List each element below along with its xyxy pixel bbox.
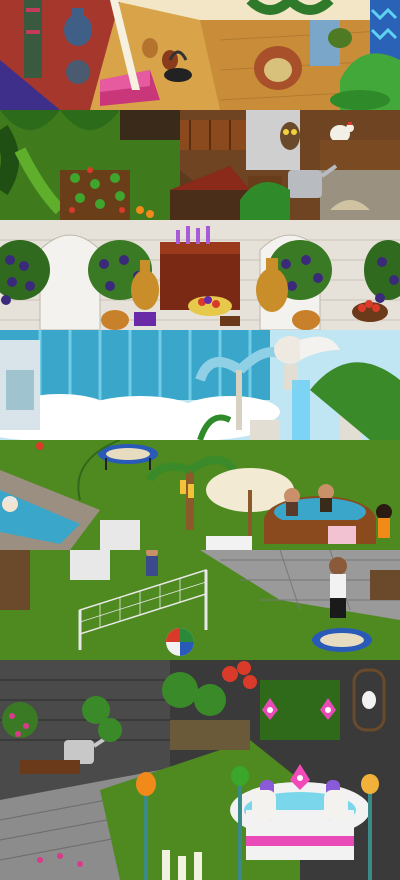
fruit-basket-icon	[2, 702, 38, 738]
flower-garden-carousel-scene	[0, 660, 400, 880]
avatar-icon	[284, 488, 300, 516]
flower-garden-carousel-room-panel	[0, 660, 400, 880]
avatar-icon	[318, 484, 334, 512]
avatar-icon	[146, 550, 158, 576]
market-stall-scene	[0, 220, 400, 330]
park-pool-scene	[0, 440, 400, 550]
park-pool-room-panel	[0, 440, 400, 550]
owl-icon	[280, 122, 300, 150]
cloud-waterfall-scene	[0, 330, 400, 440]
volleyball-yard-room-panel	[0, 550, 400, 660]
avatar-icon	[329, 557, 347, 618]
market-stall-room-panel	[0, 220, 400, 330]
bazaar-room-scene	[0, 0, 400, 110]
farm-garden-room-panel	[0, 110, 400, 220]
fruit-basket-icon	[188, 296, 232, 316]
avatar-icon	[376, 504, 392, 538]
pot-icon	[254, 46, 302, 90]
volleyball-yard-scene	[0, 550, 400, 660]
carousel-horse-icon	[230, 780, 370, 860]
trampoline-icon	[312, 628, 372, 652]
farm-garden-scene	[0, 110, 400, 220]
beach-ball-icon	[166, 628, 194, 656]
bazaar-room-panel	[0, 0, 400, 110]
cloud-waterfall-room-panel	[0, 330, 400, 440]
avatar-icon	[2, 496, 18, 512]
